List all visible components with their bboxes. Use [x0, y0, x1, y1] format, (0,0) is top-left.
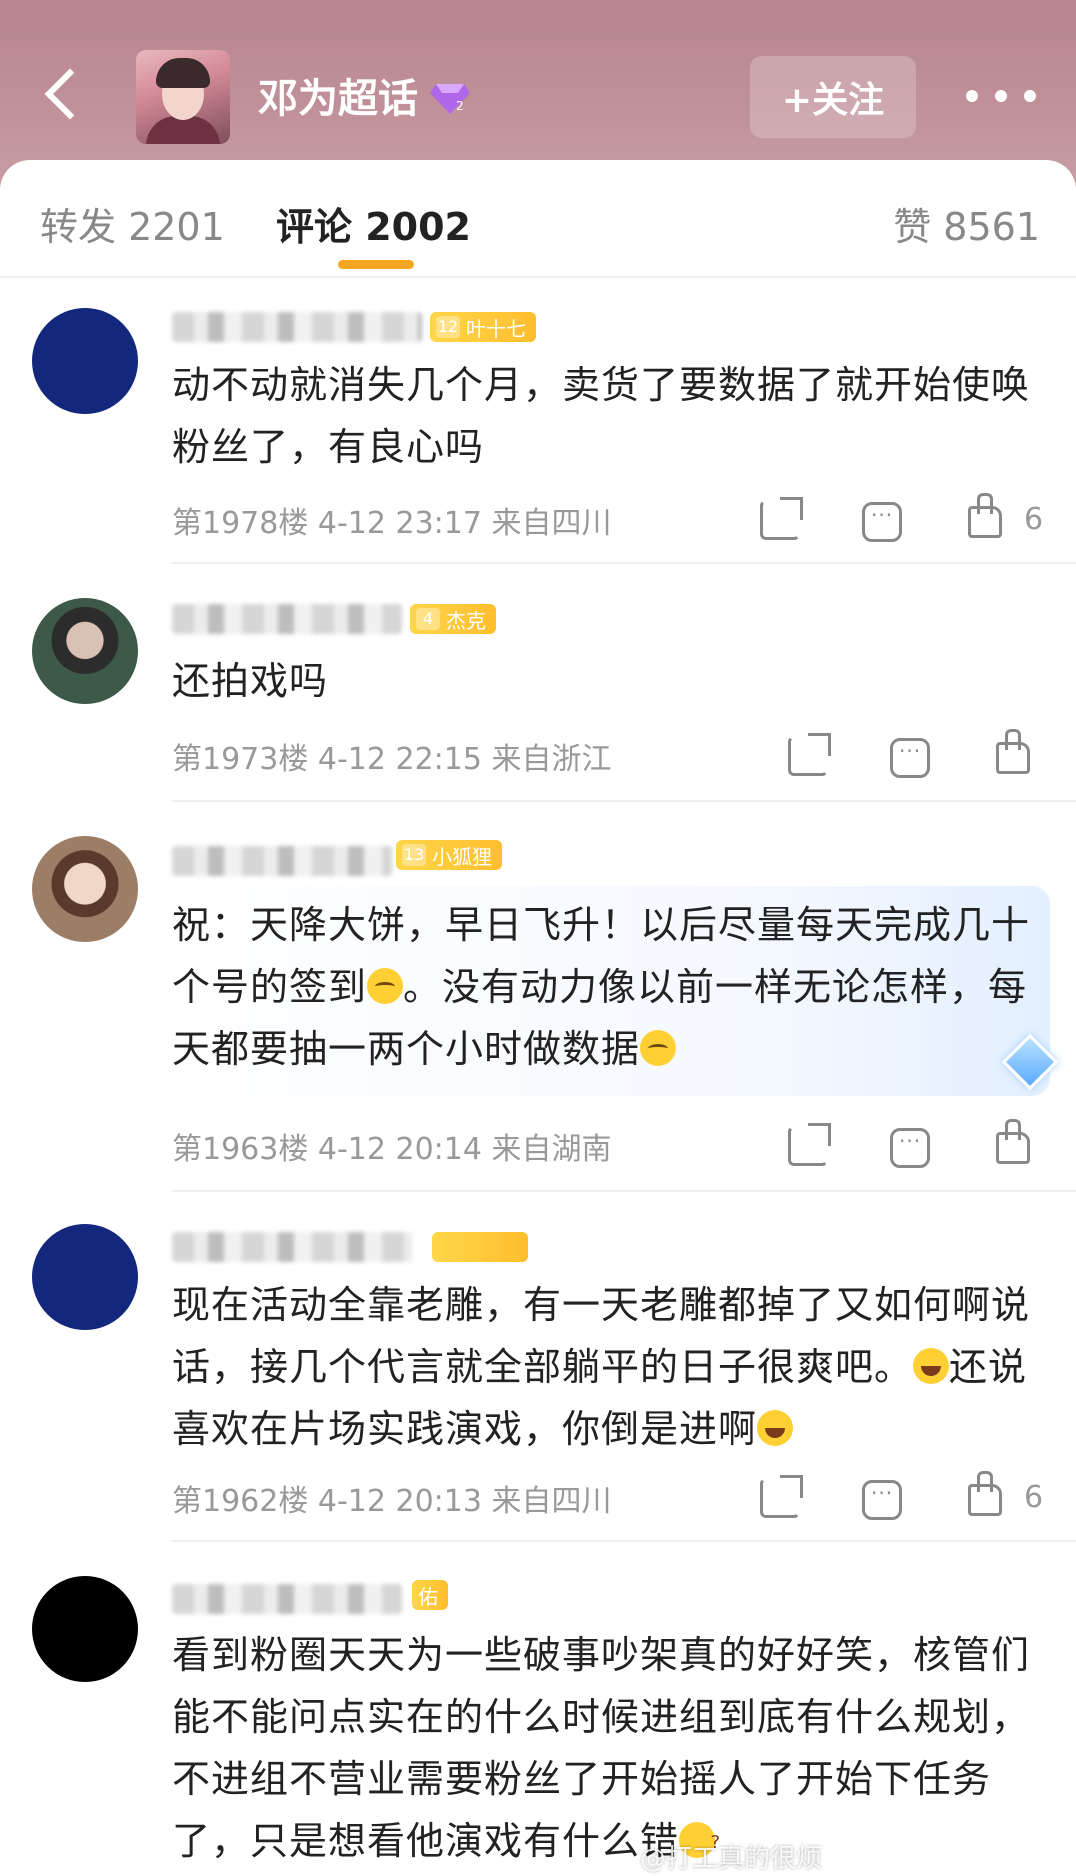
username-blurred[interactable]	[172, 1232, 412, 1262]
avatar[interactable]	[32, 598, 138, 704]
avatar[interactable]	[32, 836, 138, 942]
badge-level: 12	[436, 316, 460, 338]
badge-level: 4	[416, 608, 440, 630]
comment-meta: 第1973楼 4-12 22:15 来自浙江	[172, 742, 612, 777]
comment-divider	[172, 1540, 1076, 1542]
fan-badge[interactable]: 佑	[412, 1580, 448, 1610]
like-icon[interactable]	[996, 1119, 1030, 1164]
comment-text: 看到粉圈天天为一些破事吵架真的好好笑，核管们能不能问点实在的什么时候进组到底有什…	[172, 1624, 1048, 1874]
more-dot	[966, 90, 978, 102]
fan-badge[interactable]	[432, 1232, 528, 1262]
badge-name: 杰克	[446, 608, 486, 633]
share-icon[interactable]	[788, 733, 831, 776]
badge-name: 佑	[418, 1584, 438, 1609]
tab-likes[interactable]: 赞 8561	[893, 196, 1040, 251]
avatar[interactable]	[32, 1576, 138, 1682]
like-icon[interactable]	[968, 1471, 1002, 1516]
avatar[interactable]	[32, 1224, 138, 1330]
badge-level: 13	[402, 844, 426, 866]
comment-divider	[172, 1190, 1076, 1192]
reply-icon[interactable]	[890, 1128, 930, 1168]
fan-badge[interactable]: 4 杰克	[410, 604, 496, 634]
reply-icon[interactable]	[862, 1480, 902, 1520]
comment-text: 还拍戏吗	[172, 659, 329, 703]
share-icon[interactable]	[760, 497, 803, 540]
username-blurred[interactable]	[172, 604, 402, 634]
comment-meta: 第1978楼 4-12 23:17 来自四川	[172, 506, 612, 541]
comment-divider	[172, 562, 1076, 564]
group-avatar[interactable]	[136, 50, 230, 144]
username-blurred[interactable]	[172, 1584, 402, 1614]
avatar-hair	[156, 58, 210, 88]
avatar[interactable]	[32, 308, 138, 414]
laughing-emoji-icon	[757, 1410, 794, 1446]
fan-badge[interactable]: 12 叶十七	[430, 312, 536, 342]
badge-name: 小狐狸	[432, 844, 492, 869]
like-count: 6	[1024, 1480, 1044, 1515]
comment-text: 动不动就消失几个月，卖货了要数据了就开始使唤粉丝了，有良心吗	[172, 363, 1031, 469]
svg-text:2: 2	[456, 99, 464, 113]
username-blurred[interactable]	[172, 846, 392, 876]
share-icon[interactable]	[788, 1123, 831, 1166]
comment-divider	[172, 800, 1076, 802]
comment-text: 祝：天降大饼，早日飞升！以后尽量每天完成几十个号的签到 。没有动力像以前一样无论怎…	[172, 894, 1048, 1080]
comment-text-part: 看到粉圈天天为一些破事吵架真的好好笑，核管们能不能问点实在的什么时候进组到底有什…	[172, 1633, 1031, 1863]
like-count: 6	[1024, 502, 1044, 537]
crying-emoji-icon	[367, 968, 404, 1004]
comment-text: 现在活动全靠老雕，有一天老雕都掉了又如何啊说话，接几个代言就全部躺平的日子很爽吧…	[172, 1274, 1048, 1460]
group-name[interactable]: 邓为超话	[258, 66, 418, 124]
fan-badge[interactable]: 13 小狐狸	[396, 840, 502, 870]
more-dot	[995, 90, 1007, 102]
crying-emoji-icon	[640, 1030, 677, 1066]
avatar-shirt	[146, 116, 220, 144]
back-button[interactable]	[38, 62, 88, 132]
like-icon[interactable]	[996, 729, 1030, 774]
follow-button[interactable]: +关注	[750, 56, 916, 138]
laughing-emoji-icon	[913, 1348, 950, 1384]
like-icon[interactable]	[968, 493, 1002, 538]
badge-name: 叶十七	[466, 316, 526, 341]
reply-icon[interactable]	[890, 738, 930, 778]
comment-text-part: 现在活动全靠老雕，有一天老雕都掉了又如何啊说话，接几个代言就全部躺平的日子很爽吧…	[172, 1283, 1031, 1389]
comment-meta: 第1963楼 4-12 20:14 来自湖南	[172, 1132, 612, 1167]
more-options-icon[interactable]	[966, 90, 1036, 104]
tab-forward[interactable]: 转发 2201	[40, 196, 225, 251]
username-blurred[interactable]	[172, 312, 422, 342]
watermark: @打工真的很烦	[640, 1844, 823, 1874]
tab-comments[interactable]: 评论 2002	[276, 196, 471, 251]
reply-icon[interactable]	[862, 502, 902, 542]
share-icon[interactable]	[760, 1475, 803, 1518]
comment-meta: 第1962楼 4-12 20:13 来自四川	[172, 1484, 612, 1519]
tabs-divider	[0, 276, 1076, 278]
gem-icon: 2	[430, 84, 470, 114]
more-dot	[1024, 90, 1036, 102]
active-tab-indicator	[338, 260, 414, 269]
